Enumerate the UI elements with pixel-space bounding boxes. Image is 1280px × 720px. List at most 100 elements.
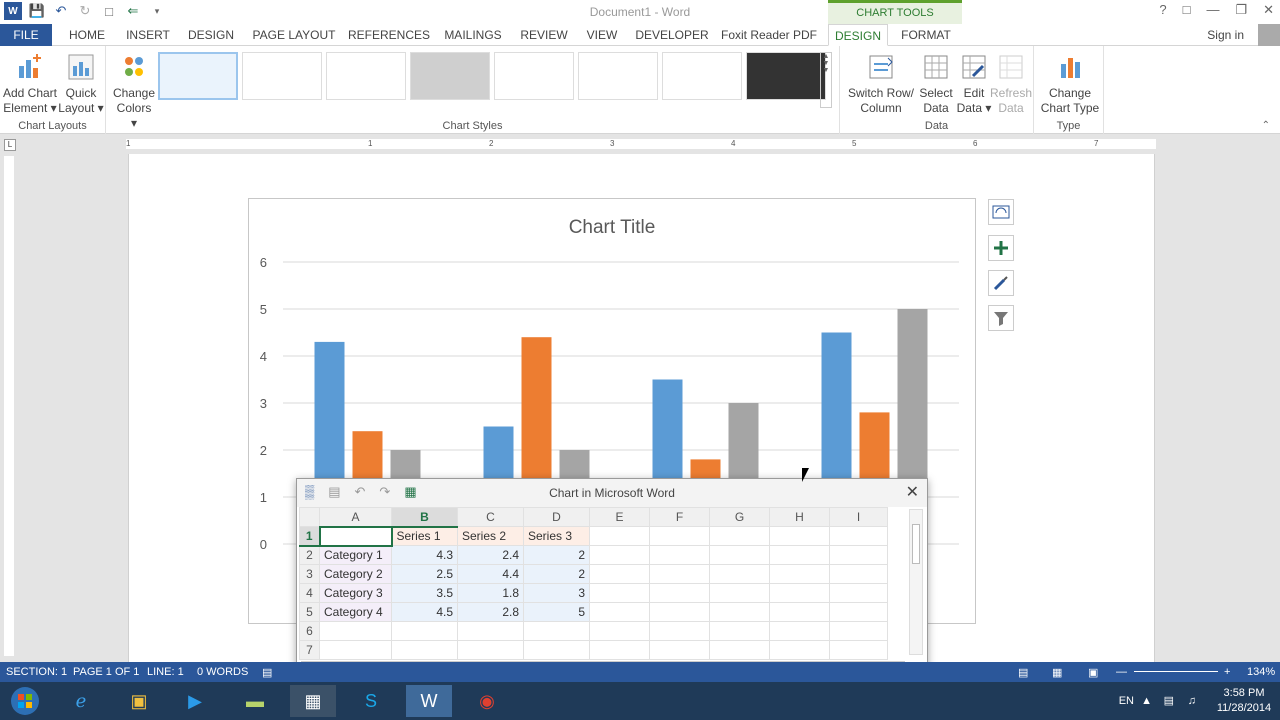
series-header-cell[interactable]: Series 3 (523, 526, 590, 546)
value-cell[interactable]: 2.4 (457, 545, 524, 565)
zoom-level[interactable]: 134% (1247, 666, 1275, 678)
cell[interactable] (769, 640, 830, 660)
cell[interactable] (319, 621, 392, 641)
sign-in-link[interactable]: Sign in (1207, 28, 1244, 42)
column-header[interactable]: C (457, 507, 524, 527)
page-indicator[interactable]: PAGE 1 OF 1 (73, 666, 139, 678)
series-header-cell[interactable]: Series 1 (391, 526, 458, 546)
column-header[interactable]: D (523, 507, 590, 527)
ribbon-display-icon[interactable]: □ (1183, 2, 1191, 18)
chart-style-6[interactable] (578, 52, 658, 100)
tray-expand-icon[interactable]: ▲ (1141, 694, 1152, 709)
restore-icon[interactable]: ❐ (1235, 2, 1247, 18)
tab-chart-design[interactable]: DESIGN (828, 24, 888, 46)
vertical-ruler[interactable] (4, 156, 14, 656)
tab-chart-format[interactable]: FORMAT (894, 24, 958, 46)
cell[interactable] (649, 621, 710, 641)
cell[interactable] (829, 583, 888, 603)
clock[interactable]: 3:58 PM 11/28/2014 (1214, 686, 1274, 716)
cell[interactable] (649, 564, 710, 584)
section-indicator[interactable]: SECTION: 1 (6, 666, 67, 678)
chart-data-titlebar[interactable]: ▒ ▤ ↶ ↷ ▦ Chart in Microsoft Word ✕ (297, 479, 927, 507)
cell[interactable] (829, 640, 888, 660)
tab-page-layout[interactable]: PAGE LAYOUT (250, 24, 338, 46)
cell[interactable] (769, 621, 830, 641)
cell[interactable] (649, 526, 710, 546)
cell[interactable] (649, 545, 710, 565)
row-header[interactable]: 5 (299, 602, 320, 622)
web-layout-icon[interactable]: ▣ (1088, 666, 1098, 679)
category-cell[interactable]: Category 3 (319, 583, 392, 603)
chart-style-2[interactable] (242, 52, 322, 100)
chart-style-1[interactable] (158, 52, 238, 100)
category-cell[interactable]: Category 4 (319, 602, 392, 622)
cell[interactable] (709, 564, 770, 584)
close-icon[interactable]: ✕ (1263, 2, 1274, 18)
cell[interactable] (649, 583, 710, 603)
chart-data-window[interactable]: ▒ ▤ ↶ ↷ ▦ Chart in Microsoft Word ✕ A B … (296, 478, 928, 681)
media-player-icon[interactable]: ▶ (172, 685, 218, 717)
print-layout-icon[interactable]: ▦ (1052, 666, 1062, 679)
series-header-cell[interactable]: Series 2 (457, 526, 524, 546)
cell[interactable] (709, 602, 770, 622)
volume-icon[interactable]: ♫ (1188, 694, 1196, 709)
vertical-scrollbar[interactable] (909, 509, 923, 655)
cell[interactable] (589, 621, 650, 641)
chart-style-3[interactable] (326, 52, 406, 100)
cell[interactable] (649, 640, 710, 660)
tab-foxit-reader-pdf[interactable]: Foxit Reader PDF (720, 24, 818, 46)
gallery-scroll[interactable]: ▲ ▼ ▼ (820, 52, 832, 108)
word-taskbar-icon[interactable]: W (406, 685, 452, 717)
cell[interactable] (589, 564, 650, 584)
cell[interactable] (709, 583, 770, 603)
file-explorer-icon[interactable]: ▣ (116, 685, 162, 717)
row-header[interactable]: 2 (299, 545, 320, 565)
chart-style-4[interactable] (410, 52, 490, 100)
row-header[interactable]: 4 (299, 583, 320, 603)
cell[interactable] (829, 602, 888, 622)
category-cell[interactable]: Category 2 (319, 564, 392, 584)
value-cell[interactable]: 2.8 (457, 602, 524, 622)
chart-style-7[interactable] (662, 52, 742, 100)
zoom-out-icon[interactable]: — (1116, 666, 1127, 678)
cell[interactable] (319, 640, 392, 660)
cell[interactable] (589, 583, 650, 603)
value-cell[interactable]: 3.5 (391, 583, 458, 603)
cell[interactable] (457, 640, 524, 660)
media-app-icon[interactable]: ▦ (290, 685, 336, 717)
chrome-icon[interactable]: ◉ (464, 685, 510, 717)
collapse-ribbon-icon[interactable]: ⌃ (1262, 120, 1270, 131)
tab-file[interactable]: FILE (0, 24, 52, 46)
row-header[interactable]: 3 (299, 564, 320, 584)
cell[interactable] (709, 545, 770, 565)
column-header[interactable]: G (709, 507, 770, 527)
column-header[interactable]: I (829, 507, 888, 527)
line-indicator[interactable]: LINE: 1 (147, 666, 184, 678)
value-cell[interactable]: 4.3 (391, 545, 458, 565)
column-header[interactable]: H (769, 507, 830, 527)
row-header[interactable]: 1 (299, 526, 320, 547)
value-cell[interactable]: 2 (523, 564, 590, 584)
edit-data-button[interactable]: Edit Data ▾ (954, 52, 994, 116)
cell[interactable] (829, 621, 888, 641)
add-chart-element-button[interactable]: Add Chart Element ▾ (2, 52, 58, 116)
chart-style-5[interactable] (494, 52, 574, 100)
cell[interactable] (769, 526, 830, 546)
select-all-corner[interactable] (299, 507, 320, 527)
cell[interactable] (391, 621, 458, 641)
cell[interactable] (457, 621, 524, 641)
cell[interactable] (589, 545, 650, 565)
tab-home[interactable]: HOME (60, 24, 114, 46)
internet-explorer-icon[interactable]: ℯ (58, 685, 104, 717)
zoom-slider[interactable] (1134, 671, 1218, 672)
value-cell[interactable]: 5 (523, 602, 590, 622)
value-cell[interactable]: 2.5 (391, 564, 458, 584)
column-header[interactable]: F (649, 507, 710, 527)
language-indicator[interactable]: EN (1119, 694, 1134, 709)
chart-elements-button[interactable] (988, 235, 1014, 261)
cell[interactable] (589, 640, 650, 660)
cell[interactable] (769, 602, 830, 622)
cell[interactable] (589, 602, 650, 622)
tab-insert[interactable]: INSERT (122, 24, 174, 46)
scrollbar-thumb[interactable] (912, 524, 920, 564)
